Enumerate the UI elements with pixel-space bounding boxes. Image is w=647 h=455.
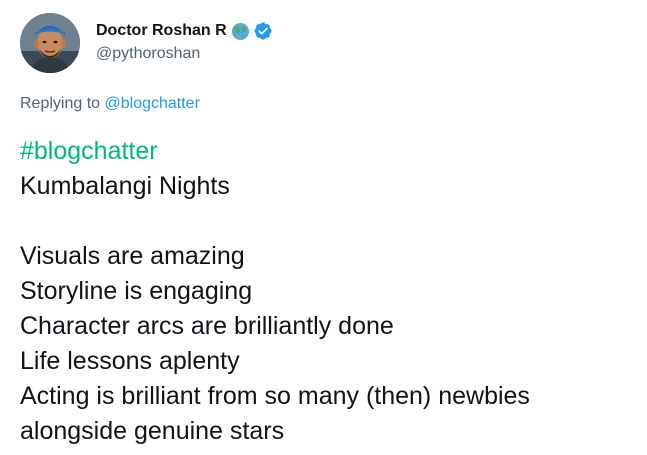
tweet-line: Character arcs are brilliantly done <box>20 312 394 340</box>
tweet-line: Life lessons aplenty <box>20 347 240 375</box>
replying-to-label: Replying to <box>20 95 105 112</box>
reply-mention-link[interactable]: @blogchatter <box>105 95 200 112</box>
tweet-line: Storyline is engaging <box>20 277 253 305</box>
globe-icon <box>231 22 250 41</box>
author-handle[interactable]: @pythoroshan <box>96 45 200 63</box>
tweet-line: Kumbalangi Nights <box>20 172 230 200</box>
avatar[interactable] <box>20 13 80 73</box>
display-name[interactable]: Doctor Roshan R <box>96 22 227 40</box>
tweet-line: Acting is brilliant from so many (then) … <box>20 382 530 410</box>
tweet-text: #blogchatter Kumbalangi Nights Visuals a… <box>20 134 640 449</box>
hashtag-link[interactable]: #blogchatter <box>20 134 640 169</box>
replying-to: Replying to @blogchatter <box>20 95 200 113</box>
author-name-row[interactable]: Doctor Roshan R <box>96 20 273 42</box>
tweet-line: Visuals are amazing <box>20 242 245 270</box>
tweet-line: alongside genuine stars <box>20 417 285 445</box>
verified-badge-icon[interactable] <box>253 21 273 41</box>
avatar-image <box>20 13 80 73</box>
tweet: Doctor Roshan R @pythoroshan Replying to… <box>0 0 647 455</box>
